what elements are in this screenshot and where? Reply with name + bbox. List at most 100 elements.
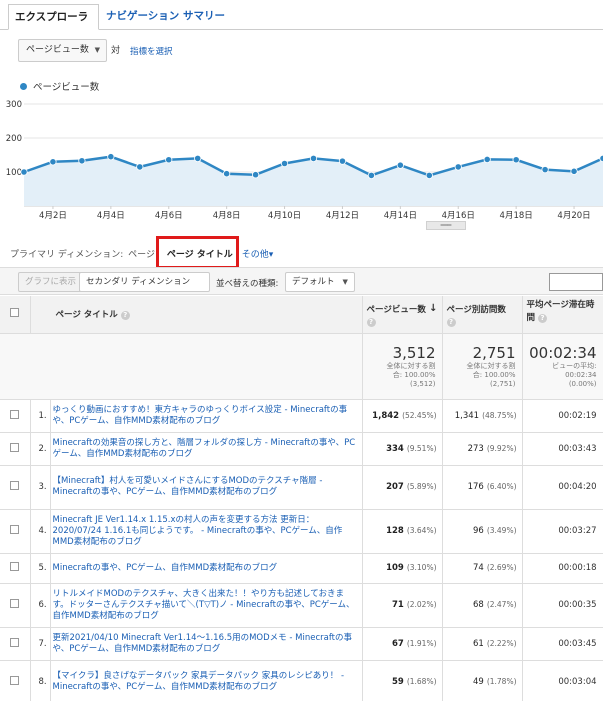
data-point[interactable] <box>165 156 173 164</box>
metric-dropdown[interactable]: ページビュー数 ▼ <box>18 39 107 62</box>
data-point[interactable] <box>396 161 404 169</box>
header-avg-time-label: 平均ページ滞在時間 <box>526 300 595 323</box>
data-point[interactable] <box>136 163 144 171</box>
table-row[interactable]: 4. Minecraft JE Ver1.14.x 1.15.xの村人の声を変更す… <box>0 509 603 554</box>
row-unique-pageviews-value: 96 <box>473 526 484 536</box>
y-tick-label: 200 <box>6 134 22 144</box>
row-pageviews-pct: (52.45%) <box>402 410 437 420</box>
table-row[interactable]: 1. ゆっくり動画におすすめ！東方キャラのゆっくりボイス設定 - Minecraf… <box>0 399 603 433</box>
row-checkbox[interactable] <box>10 525 20 534</box>
data-point[interactable] <box>252 171 260 179</box>
table-row[interactable]: 5. Minecraftの事や、PCゲーム、自作MMD素材配布のブログ 109 (3.… <box>0 553 603 584</box>
select-all-checkbox[interactable] <box>10 308 20 318</box>
total-unique-pageviews-sub: (2,751) <box>490 379 516 388</box>
row-pageviews-pct: (2.02%) <box>406 600 437 609</box>
row-page-title-link[interactable]: ゆっくり動画におすすめ！東方キャラのゆっくりボイス設定 - Minecraftの… <box>50 399 363 433</box>
tab-explorer[interactable]: エクスプローラ <box>8 4 99 30</box>
data-point[interactable] <box>107 153 115 161</box>
row-checkbox[interactable] <box>10 562 20 571</box>
data-point[interactable] <box>570 167 578 175</box>
row-checkbox[interactable] <box>10 442 20 452</box>
row-page-title-link[interactable]: 【Minecraft】村人を可愛いメイドさんにするMODのテクスチャ階層 - M… <box>50 465 363 510</box>
row-checkbox-cell <box>0 660 31 701</box>
row-unique-pageviews: 68 (2.47%) <box>442 583 523 628</box>
help-icon[interactable]: ? <box>366 318 376 327</box>
vs-label: 対 <box>111 46 121 56</box>
row-checkbox[interactable] <box>10 599 20 608</box>
row-page-title-link[interactable]: Minecraftの事や、PCゲーム、自作MMD素材配布のブログ <box>50 553 363 584</box>
row-checkbox[interactable] <box>10 409 20 419</box>
header-unique-pageviews[interactable]: ページ別訪問数? <box>442 296 523 334</box>
table-row[interactable]: 3. 【Minecraft】村人を可愛いメイドさんにするMODのテクスチャ階層 -… <box>0 465 603 510</box>
data-point[interactable] <box>367 171 375 180</box>
data-point[interactable] <box>309 154 318 163</box>
row-unique-pageviews-value: 273 <box>467 443 484 454</box>
show-in-graph-button[interactable]: グラフに表示 <box>18 272 84 292</box>
row-page-title-link[interactable]: Minecraft JE Ver1.14.x 1.15.xの村人の声を変更する方… <box>50 509 363 554</box>
row-pageviews: 128 (3.64%) <box>362 509 443 554</box>
header-page-title[interactable]: ページ タイトル? <box>30 296 363 334</box>
row-unique-pageviews-value: 61 <box>473 638 484 649</box>
data-point[interactable] <box>78 157 86 165</box>
row-index: 5. <box>30 553 51 584</box>
data-point[interactable] <box>223 170 231 178</box>
row-unique-pageviews-pct: (2.69%) <box>486 563 517 572</box>
data-point[interactable] <box>512 156 520 164</box>
select-metric-link[interactable]: 指標を選択 <box>130 45 173 57</box>
dimension-other-dropdown[interactable]: その他▾ <box>242 250 274 260</box>
secondary-dimension-dropdown[interactable]: セカンダリ ディメンション▼ <box>79 272 210 304</box>
table-row[interactable]: 6. リトルメイドMODのテクスチャ、大きく出来た！！やり方も記述しておきます。ド… <box>0 583 603 628</box>
row-page-title-link[interactable]: 更新2021/04/10 Minecraft Ver1.14～1.16.5用のM… <box>50 627 363 661</box>
data-point[interactable] <box>49 158 57 166</box>
row-pageviews-pct: (9.51%) <box>406 443 437 453</box>
dimension-other-label: その他 <box>241 250 269 260</box>
row-checkbox[interactable] <box>10 481 20 490</box>
row-page-title-link[interactable]: 【マイクラ】良さげなデータパック 家具データパック 家具のレシピあり！ - Mi… <box>50 660 363 701</box>
row-pageviews-pct: (1.68%) <box>406 677 437 686</box>
total-avg-time-value: 00:02:34 <box>529 343 597 362</box>
header-checkbox-cell <box>0 296 31 334</box>
row-pageviews-value: 59 <box>391 677 404 687</box>
row-page-title-link[interactable]: Minecraftの効果音の探し方と、階層フォルダの探し方 - Minecraf… <box>50 432 363 466</box>
row-unique-pageviews: 74 (2.69%) <box>442 553 523 584</box>
data-point[interactable] <box>425 171 433 180</box>
total-unique-pageviews-sub: 全体に対する割 <box>466 361 516 370</box>
row-checkbox[interactable] <box>10 637 20 647</box>
data-point[interactable] <box>280 159 289 168</box>
table-row[interactable]: 8. 【マイクラ】良さげなデータパック 家具データパック 家具のレシピあり！ - … <box>0 660 603 701</box>
dimension-page-link[interactable]: ページ <box>128 250 155 260</box>
tab-navigation-summary[interactable]: ナビゲーション サマリー <box>100 4 231 30</box>
table-row[interactable]: 7. 更新2021/04/10 Minecraft Ver1.14～1.16.5用… <box>0 627 603 661</box>
row-unique-pageviews: 273 (9.92%) <box>442 432 523 466</box>
total-pageviews: 3,512 全体に対する割 合: 100.00% (3,512) <box>362 333 443 400</box>
help-icon[interactable]: ? <box>446 318 456 327</box>
sort-type-value: デフォルト <box>292 277 335 287</box>
data-point[interactable] <box>454 163 462 171</box>
help-icon[interactable]: ? <box>538 314 548 323</box>
data-point[interactable] <box>20 168 28 176</box>
header-pageviews[interactable]: ページビュー数 ↓? <box>362 296 443 334</box>
row-pageviews-value: 71 <box>391 600 404 610</box>
table-search-input[interactable] <box>549 273 603 291</box>
totals-row: 3,512 全体に対する割 合: 100.00% (3,512) 2,751 全… <box>0 333 603 400</box>
row-pageviews: 109 (3.10%) <box>362 553 443 584</box>
metric-dropdown-label: ページビュー数 <box>26 45 89 55</box>
x-tick-label: 4月18日 <box>500 211 533 221</box>
table-row[interactable]: 2. Minecraftの効果音の探し方と、階層フォルダの探し方 - Minecr… <box>0 432 603 466</box>
row-checkbox-cell <box>0 432 31 466</box>
row-unique-pageviews-pct: (2.47%) <box>486 600 517 609</box>
sort-type-dropdown[interactable]: デフォルト ▼ <box>285 272 355 292</box>
help-icon[interactable]: ? <box>120 311 130 321</box>
row-checkbox[interactable] <box>10 676 20 685</box>
primary-dimension-label: プライマリ ディメンション: <box>10 250 124 260</box>
data-point[interactable] <box>483 155 491 164</box>
data-point[interactable] <box>541 166 549 174</box>
data-point[interactable] <box>338 157 347 165</box>
header-avg-time[interactable]: 平均ページ滞在時間? <box>522 296 603 334</box>
row-page-title-link[interactable]: リトルメイドMODのテクスチャ、大きく出来た！！やり方も記述しておきます。ドッタ… <box>50 583 363 628</box>
chart-resize-handle[interactable]: ═══ <box>426 221 466 230</box>
table-header-row: ページ タイトル? ページビュー数 ↓? ページ別訪問数? 平均ページ滞在時間? <box>0 296 603 334</box>
row-unique-pageviews: 61 (2.22%) <box>442 627 523 661</box>
data-point[interactable] <box>194 154 202 163</box>
row-pageviews-value: 109 <box>386 563 404 573</box>
